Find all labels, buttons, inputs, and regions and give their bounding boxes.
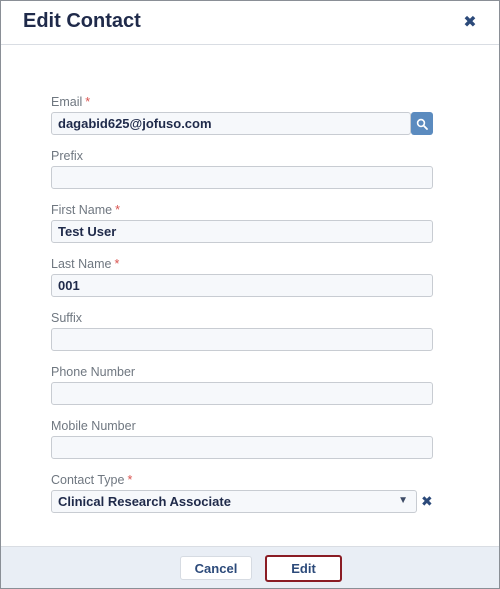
contact-type-value: Clinical Research Associate	[58, 494, 231, 509]
first-name-field[interactable]: Test User	[51, 220, 433, 243]
close-icon[interactable]: ✖	[461, 13, 479, 31]
required-marker: *	[115, 203, 120, 217]
contact-type-label: Contact Type *	[51, 473, 132, 487]
first-name-label: First Name *	[51, 203, 120, 217]
clear-contact-type-icon[interactable]: ✖	[421, 493, 433, 510]
first-name-label-text: First Name	[51, 203, 113, 217]
cancel-button[interactable]: Cancel	[180, 556, 252, 580]
search-button[interactable]	[411, 112, 433, 135]
mobile-number-field[interactable]	[51, 436, 433, 459]
prefix-field[interactable]	[51, 166, 433, 189]
dialog-title: Edit Contact	[23, 10, 141, 32]
dialog-header: Edit Contact ✖	[1, 1, 499, 45]
contact-type-select[interactable]: Clinical Research Associate ▼	[51, 490, 417, 513]
required-marker: *	[114, 257, 120, 271]
required-marker: *	[85, 95, 91, 109]
last-name-label-text: Last Name	[51, 257, 112, 271]
phone-number-label: Phone Number	[51, 365, 136, 379]
prefix-label: Prefix	[51, 149, 83, 163]
mobile-number-label: Mobile Number	[51, 419, 136, 433]
last-name-label: Last Name *	[51, 257, 119, 271]
email-label-text: Email	[51, 95, 83, 109]
chevron-down-icon: ▼	[398, 495, 408, 506]
required-marker: *	[127, 473, 133, 487]
phone-number-field[interactable]	[51, 382, 433, 405]
contact-type-label-text: Contact Type	[51, 473, 125, 487]
suffix-field[interactable]	[51, 328, 433, 351]
edit-contact-dialog: Edit Contact ✖ Email * dagabid625@jofuso.…	[0, 0, 500, 589]
edit-button[interactable]: Edit	[265, 555, 342, 582]
dialog-footer: Cancel Edit	[1, 546, 499, 588]
suffix-label: Suffix	[51, 311, 83, 325]
search-icon	[416, 118, 428, 130]
email-label: Email *	[51, 95, 90, 109]
last-name-field[interactable]: 001	[51, 274, 433, 297]
email-field[interactable]: dagabid625@jofuso.com	[51, 112, 411, 135]
